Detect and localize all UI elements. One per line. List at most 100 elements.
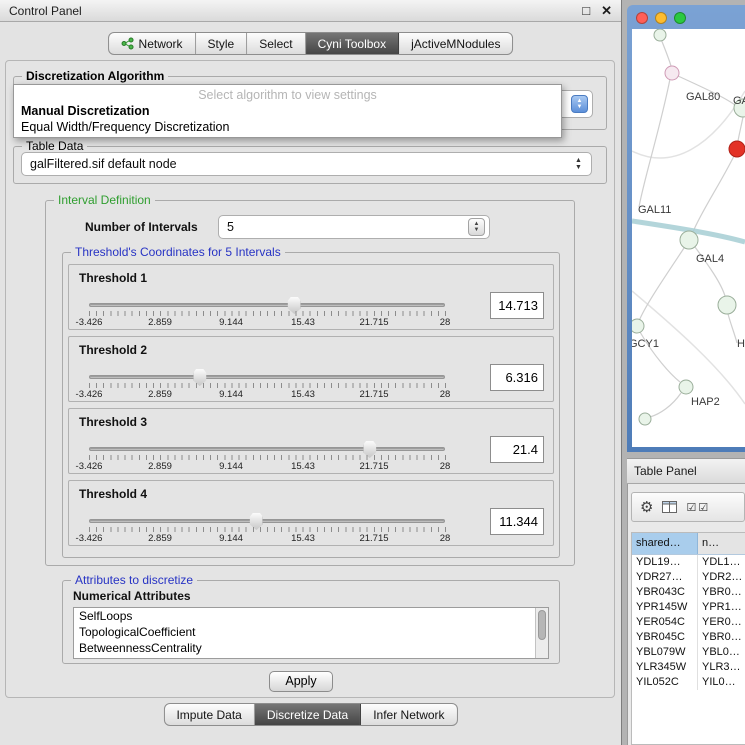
table-data-combo[interactable]: galFiltered.sif default node ▲ ▼ (21, 152, 592, 176)
network-graph: GAL80 GA GAL11 GAL4 GCY1 H HAP2 (632, 29, 745, 447)
threshold-value-field[interactable]: 11.344 (490, 508, 544, 535)
network-canvas[interactable]: GAL80 GA GAL11 GAL4 GCY1 H HAP2 (632, 29, 745, 447)
scale-label: 21.715 (359, 317, 388, 328)
threshold-slider[interactable] (89, 375, 445, 379)
scale-label: 21.715 (359, 389, 388, 400)
network-edge[interactable] (650, 393, 681, 417)
tab-cyni-toolbox[interactable]: Cyni Toolbox (306, 33, 399, 54)
table-row[interactable]: YER054CYER0… (632, 615, 745, 630)
network-node[interactable] (639, 413, 651, 425)
network-edge[interactable] (728, 314, 737, 343)
table-rows: YDL19…YDL1… YDR27…YDR2… YBR043CYBR0… YPR… (632, 555, 745, 690)
top-tab-bar: Network Style Select Cyni Toolbox jActiv… (108, 32, 514, 55)
network-node[interactable] (665, 66, 679, 80)
network-node[interactable] (654, 29, 666, 41)
table-cell: YIL052C (632, 675, 698, 690)
network-edge[interactable] (639, 248, 684, 321)
table-row[interactable]: YBL079WYBL0… (632, 645, 745, 660)
threshold-label: Threshold 4 (79, 487, 147, 501)
tab-discretize-data[interactable]: Discretize Data (255, 704, 361, 725)
tab-infer-network[interactable]: Infer Network (361, 704, 456, 725)
tab-network[interactable]: Network (109, 33, 196, 54)
control-panel-titlebar: Control Panel □ ✕ (0, 0, 621, 22)
slider-scale: -3.426 2.859 9.144 15.43 21.715 28 (69, 317, 553, 329)
tab-infer-network-label: Infer Network (373, 708, 444, 722)
threshold-panel-3: Threshold 3 -3.426 2.859 9.144 15.43 21.… (68, 408, 554, 474)
tab-jactivemnodules-label: jActiveMNodules (411, 37, 500, 51)
minimize-window-icon[interactable] (655, 12, 667, 24)
table-row[interactable]: YBR043CYBR0… (632, 585, 745, 600)
node-table: shared… n… YDL19…YDL1… YDR27…YDR2… YBR04… (631, 532, 745, 745)
scale-label: 2.859 (148, 461, 172, 472)
list-item[interactable]: SelfLoops (74, 608, 548, 624)
table-cell: YBL079W (632, 645, 698, 660)
list-item[interactable]: BetweennessCentrality (74, 640, 548, 656)
slider-scale: -3.426 2.859 9.144 15.43 21.715 28 (69, 389, 553, 401)
network-node[interactable] (632, 319, 644, 333)
checkbox-checked-icon[interactable]: ☑ (686, 501, 696, 514)
table-row[interactable]: YBR045CYBR0… (632, 630, 745, 645)
zoom-window-icon[interactable] (674, 12, 686, 24)
scale-label: 21.715 (359, 461, 388, 472)
threshold-slider[interactable] (89, 447, 445, 451)
columns-icon[interactable] (662, 501, 677, 513)
tab-style[interactable]: Style (196, 33, 248, 54)
table-cell: YDL1… (698, 555, 745, 570)
combo-stepper-icon[interactable]: ▲ ▼ (468, 218, 485, 236)
window-controls: □ ✕ (582, 3, 612, 19)
stepper-down-icon: ▼ (577, 104, 583, 110)
scale-label: 9.144 (219, 461, 243, 472)
threshold-value-field[interactable]: 6.316 (490, 364, 544, 391)
combo-stepper-icon[interactable]: ▲ ▼ (571, 95, 588, 113)
table-cell: YBR043C (632, 585, 698, 600)
threshold-value-field[interactable]: 14.713 (490, 292, 544, 319)
tab-jactivemnodules[interactable]: jActiveMNodules (399, 33, 512, 54)
number-of-intervals-combo[interactable]: 5 ▲ ▼ (218, 215, 490, 239)
list-item[interactable]: TopologicalCoefficient (74, 624, 548, 640)
network-edge[interactable] (738, 117, 743, 141)
gear-icon[interactable]: ⚙ (640, 498, 653, 516)
threshold-label: Threshold 3 (79, 415, 147, 429)
threshold-slider[interactable] (89, 519, 445, 523)
table-row[interactable]: YPR145WYPR1… (632, 600, 745, 615)
scale-label: 2.859 (148, 317, 172, 328)
scale-label: 28 (440, 533, 451, 544)
table-row[interactable]: YDL19…YDL1… (632, 555, 745, 570)
slider-scale: -3.426 2.859 9.144 15.43 21.715 28 (69, 533, 553, 545)
dropdown-option-equal-width[interactable]: Equal Width/Frequency Discretization (14, 119, 561, 135)
network-edge[interactable] (639, 79, 670, 207)
table-cell: YPR145W (632, 600, 698, 615)
numerical-attributes-list[interactable]: SelfLoops TopologicalCoefficient Between… (73, 607, 549, 659)
scale-label: -3.426 (76, 389, 103, 400)
close-window-icon[interactable] (636, 12, 648, 24)
list-scrollbar[interactable] (535, 608, 548, 658)
table-cell: YLR3… (698, 660, 745, 675)
table-row[interactable]: YDR27…YDR2… (632, 570, 745, 585)
table-header-row: shared… n… (632, 533, 745, 555)
apply-button[interactable]: Apply (269, 671, 333, 692)
close-icon[interactable]: ✕ (601, 3, 612, 19)
network-node[interactable] (680, 231, 698, 249)
network-node-selected[interactable] (729, 141, 745, 157)
table-row[interactable]: YLR345WYLR3… (632, 660, 745, 675)
network-edge[interactable] (693, 156, 734, 232)
checkbox-checked-icon[interactable]: ☑ (698, 501, 708, 514)
node-label: GAL80 (686, 91, 720, 103)
screen: Control Panel □ ✕ Network Style Select C… (0, 0, 745, 745)
network-edge[interactable] (661, 39, 671, 66)
network-node[interactable] (679, 380, 693, 394)
tab-select[interactable]: Select (247, 33, 305, 54)
table-cell: YDL19… (632, 555, 698, 570)
float-icon[interactable]: □ (582, 3, 590, 19)
scrollbar-thumb[interactable] (538, 610, 546, 640)
network-node[interactable] (718, 296, 736, 314)
threshold-slider[interactable] (89, 303, 445, 307)
threshold-value-field[interactable]: 21.4 (490, 436, 544, 463)
dropdown-option-manual-discretization[interactable]: Manual Discretization (14, 103, 561, 119)
tab-impute-data[interactable]: Impute Data (164, 704, 254, 725)
column-header-name[interactable]: n… (698, 533, 745, 554)
table-row[interactable]: YIL052CYIL0… (632, 675, 745, 690)
combo-stepper-icon[interactable]: ▲ ▼ (570, 155, 587, 173)
column-header-shared-name[interactable]: shared… (632, 533, 698, 554)
slider-ticks (89, 527, 446, 532)
